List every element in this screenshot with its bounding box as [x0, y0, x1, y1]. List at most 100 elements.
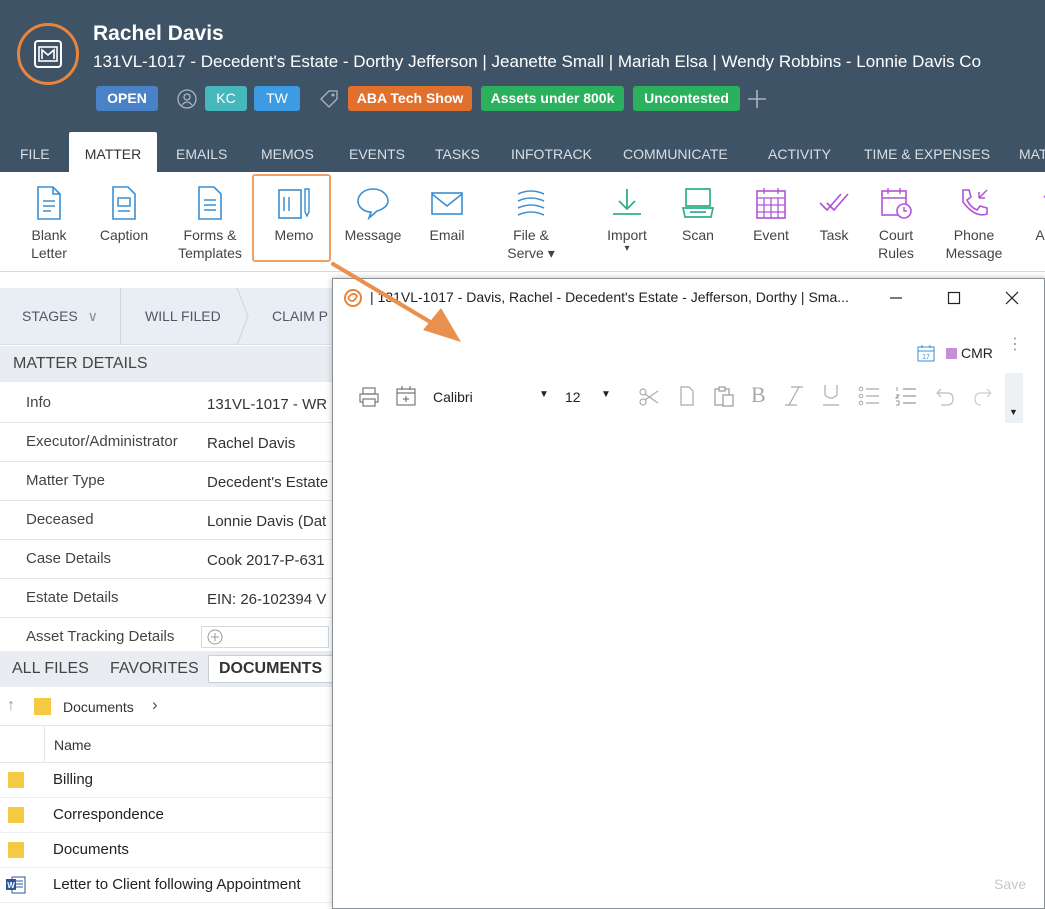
print-icon[interactable] [358, 386, 380, 408]
chevron-down-icon: ∨ [87, 308, 98, 324]
more-tools-button[interactable]: A [1030, 186, 1045, 244]
detail-row-executor[interactable]: Executor/Administrator Rachel Davis [0, 423, 335, 462]
tag-icon[interactable] [318, 88, 340, 110]
copy-icon[interactable] [677, 385, 697, 407]
tab-events[interactable]: EVENTS [349, 132, 405, 172]
calendar-date-icon[interactable]: 17 [917, 344, 935, 362]
tag-aba-tech-show[interactable]: ABA Tech Show [348, 86, 472, 111]
tab-emails[interactable]: EMAILS [176, 132, 227, 172]
staff-badge-kc[interactable]: KC [205, 86, 247, 111]
underline-icon[interactable] [820, 383, 842, 407]
up-arrow-icon[interactable]: ↑ [7, 697, 15, 715]
memo-editor[interactable] [349, 429, 1029, 869]
paste-icon[interactable] [713, 385, 735, 407]
blank-letter-button[interactable]: Blank Letter [28, 186, 70, 262]
caption-button[interactable]: Caption [96, 186, 152, 244]
staff-badge-tw[interactable]: TW [254, 86, 300, 111]
tab-more[interactable]: MAT [1019, 132, 1045, 172]
detail-row-matter-type[interactable]: Matter Type Decedent's Estate [0, 462, 335, 501]
tab-documents[interactable]: DOCUMENTS [208, 655, 334, 683]
minimize-icon[interactable] [889, 291, 903, 305]
tab-favorites[interactable]: FAVORITES [110, 660, 199, 678]
add-tag-icon[interactable] [746, 88, 768, 110]
tab-activity[interactable]: ACTIVITY [768, 132, 831, 172]
tab-communicate[interactable]: COMMUNICATE [623, 132, 728, 172]
court-rules-icon [881, 188, 912, 219]
column-name[interactable]: Name [54, 737, 91, 753]
import-button[interactable]: Import ▾ [600, 186, 654, 254]
close-icon[interactable] [1005, 291, 1019, 305]
save-button[interactable]: Save [994, 876, 1026, 892]
calendar-icon [756, 188, 786, 219]
person-icon[interactable] [176, 88, 198, 110]
download-icon [613, 189, 641, 215]
tab-all-files[interactable]: ALL FILES [12, 660, 89, 678]
breadcrumb-documents[interactable]: Documents [63, 699, 134, 715]
italic-icon[interactable] [783, 385, 805, 407]
redo-icon[interactable] [973, 385, 995, 407]
tab-infotrack[interactable]: INFOTRACK [511, 132, 592, 172]
list-item[interactable]: Documents [0, 833, 335, 868]
detail-row-case-details[interactable]: Case Details Cook 2017-P-631 [0, 540, 335, 579]
bold-icon[interactable]: B [751, 382, 766, 408]
document-icon [37, 186, 61, 220]
font-size-select[interactable]: 12 [565, 389, 581, 405]
maximize-icon[interactable] [947, 291, 961, 305]
folder-icon [8, 772, 24, 788]
tag-assets-under-800k[interactable]: Assets under 800k [481, 86, 624, 111]
ribbon-tabs: FILE MATTER EMAILS MEMOS EVENTS TASKS IN… [0, 132, 1045, 172]
font-select[interactable]: Calibri [433, 389, 473, 405]
memo-button-highlight [252, 174, 331, 262]
detail-row-estate-details[interactable]: Estate Details EIN: 26-102394 V [0, 579, 335, 618]
add-asset-icon[interactable] [201, 626, 329, 648]
category-label[interactable]: CMR [961, 345, 993, 361]
toolbar-overflow[interactable]: ▼ [1005, 373, 1023, 423]
memo-window: | 131VL-1017 - Davis, Rachel - Decedent'… [332, 278, 1045, 909]
folder-icon [34, 698, 51, 715]
stage-will-filed[interactable]: WILL FILED [145, 288, 221, 345]
size-dropdown-arrow-icon[interactable]: ▼ [601, 389, 611, 400]
numbered-list-icon[interactable] [895, 386, 917, 406]
file-list-header: Name [0, 726, 335, 763]
font-dropdown-arrow-icon[interactable]: ▼ [539, 389, 549, 400]
list-item[interactable]: Billing [0, 763, 335, 798]
category-color-icon [946, 348, 957, 359]
court-rules-button[interactable]: Court Rules [870, 186, 922, 262]
status-badge[interactable]: OPEN [96, 86, 158, 111]
stages-dropdown[interactable]: STAGES ∨ [22, 288, 98, 345]
envelope-icon [431, 192, 463, 215]
stages-bar: STAGES ∨ WILL FILED CLAIM P [0, 288, 335, 345]
bullet-list-icon[interactable] [858, 386, 880, 406]
file-serve-button[interactable]: File & Serve ▾ [504, 186, 558, 262]
forms-templates-button[interactable]: Forms & Templates [175, 186, 245, 262]
detail-row-deceased[interactable]: Deceased Lonnie Davis (Dat [0, 501, 335, 540]
cut-icon[interactable] [638, 386, 660, 408]
message-button[interactable]: Message [341, 186, 405, 244]
more-options-icon[interactable]: ⋮ [1007, 337, 1023, 353]
tab-matter[interactable]: MATTER [69, 132, 157, 172]
tab-file[interactable]: FILE [20, 132, 50, 172]
task-button[interactable]: Task [814, 186, 854, 244]
tag-uncontested[interactable]: Uncontested [633, 86, 740, 111]
stage-claim[interactable]: CLAIM P [272, 288, 328, 345]
folder-icon [8, 807, 24, 823]
more-tool-icon [1043, 195, 1045, 199]
list-item[interactable]: Correspondence [0, 798, 335, 833]
file-tabs: ALL FILES FAVORITES DOCUMENTS [0, 651, 335, 687]
undo-icon[interactable] [933, 385, 955, 407]
scan-button[interactable]: Scan [677, 186, 719, 244]
template-icon [198, 186, 222, 220]
insert-date-icon[interactable] [395, 385, 417, 407]
email-button[interactable]: Email [425, 186, 469, 244]
client-name: Rachel Davis [93, 22, 224, 45]
chevron-right-icon[interactable]: › [152, 695, 158, 715]
tab-memos[interactable]: MEMOS [261, 132, 314, 172]
detail-row-info[interactable]: Info 131VL-1017 - WR [0, 384, 335, 423]
tab-time-expenses[interactable]: TIME & EXPENSES [864, 132, 990, 172]
stage-arrow-icon [236, 288, 249, 345]
event-button[interactable]: Event [750, 186, 792, 244]
list-item[interactable]: W Letter to Client following Appointment [0, 868, 335, 903]
phone-message-button[interactable]: Phone Message [942, 186, 1006, 262]
tab-tasks[interactable]: TASKS [435, 132, 480, 172]
overflow-arrow-icon: ▼ [1009, 407, 1018, 417]
